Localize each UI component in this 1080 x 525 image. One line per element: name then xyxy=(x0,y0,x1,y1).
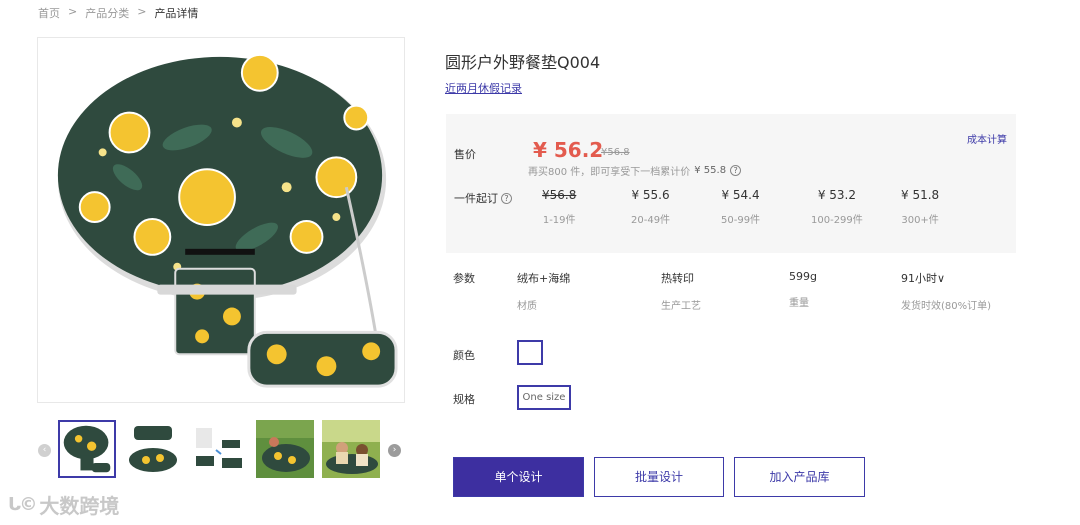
param-key: 生产工艺 xyxy=(661,301,701,312)
tier-quantity: 300+件 xyxy=(901,215,939,226)
param-key: 重量 xyxy=(789,298,809,309)
current-price: ¥ 56.2 xyxy=(533,138,604,162)
watermark: ᒐ© 大数跨境 xyxy=(8,490,119,519)
tier-quantity: 1-19件 xyxy=(542,215,576,226)
original-price: ¥56.8 xyxy=(601,147,630,158)
chevron-left-icon[interactable]: ‹ xyxy=(38,444,51,457)
breadcrumb-separator: > xyxy=(68,5,78,18)
param-key: 发货时效(80%订单) xyxy=(901,301,992,312)
thumbnail-strip: ‹ › xyxy=(38,420,406,480)
param-weight: 599g 重量 xyxy=(789,270,817,309)
params-label: 参数 xyxy=(453,272,475,285)
thumbnail-5[interactable] xyxy=(322,420,380,478)
price-panel: 售价 ¥ 56.2 ¥56.8 成本计算 再买800 件，即可享受下一档累计价 … xyxy=(446,114,1016,253)
thumbnail-4[interactable] xyxy=(256,420,314,478)
promo-text: 再买800 件，即可享受下一档累计价 xyxy=(528,167,691,178)
watermark-text: 大数跨境 xyxy=(39,494,120,518)
breadcrumb-current: 产品详情 xyxy=(154,7,199,20)
watermark-logo: ᒐ© xyxy=(8,494,37,515)
chevron-right-icon[interactable]: › xyxy=(388,444,401,457)
cost-calculation-link[interactable]: 成本计算 xyxy=(967,131,1007,146)
tier-price: ¥ 53.2 xyxy=(817,188,856,202)
param-material: 绒布+海绵 材质 xyxy=(517,270,570,312)
tier-label-text: 一件起订 xyxy=(454,192,498,205)
tier-price: ¥ 55.6 xyxy=(631,188,670,202)
thumbnail-3[interactable] xyxy=(190,420,248,478)
picnic-mat-illustration xyxy=(57,53,398,388)
tier-label: 一件起订 ? xyxy=(454,190,512,206)
price-tier: ¥ 51.8 300+件 xyxy=(901,188,939,226)
tier-quantity: 100-299件 xyxy=(811,215,863,226)
thumbnail-2[interactable] xyxy=(124,420,182,478)
promo-hint: 再买800 件，即可享受下一档累计价 ¥ 55.8 ? xyxy=(528,163,742,178)
holiday-record-link[interactable]: 近两月休假记录 xyxy=(445,80,522,96)
question-icon[interactable]: ? xyxy=(730,165,742,176)
tier-price: ¥ 54.4 xyxy=(721,188,760,202)
breadcrumb-home[interactable]: 首页 xyxy=(38,5,60,21)
add-to-library-button[interactable]: 加入产品库 xyxy=(734,457,865,497)
breadcrumb-category[interactable]: 产品分类 xyxy=(85,5,129,21)
param-process: 热转印 生产工艺 xyxy=(661,270,701,312)
price-tier: ¥56.8 1-19件 xyxy=(542,188,576,226)
single-design-button[interactable]: 单个设计 xyxy=(453,457,584,497)
promo-price: ¥ 55.8 xyxy=(694,165,727,176)
tier-price: ¥ 51.8 xyxy=(901,188,940,202)
question-icon[interactable]: ? xyxy=(501,192,512,204)
spec-option-one-size[interactable]: One size xyxy=(517,385,571,410)
breadcrumb: 首页 > 产品分类 > 产品详情 xyxy=(38,5,198,21)
thumbnail-1[interactable] xyxy=(58,420,116,478)
param-value: 599g xyxy=(789,270,817,283)
param-shipping-time[interactable]: 91小时∨ 发货时效(80%订单) xyxy=(901,270,991,312)
breadcrumb-separator: > xyxy=(137,5,147,18)
price-tier: ¥ 55.6 20-49件 xyxy=(631,188,670,226)
price-label: 售价 xyxy=(454,148,476,161)
color-swatch-white[interactable] xyxy=(517,340,543,365)
tier-quantity: 50-99件 xyxy=(721,215,761,226)
price-tier: ¥ 53.2 100-299件 xyxy=(811,188,863,226)
main-product-image xyxy=(37,37,405,403)
param-key: 材质 xyxy=(517,301,537,312)
bulk-design-button[interactable]: 批量设计 xyxy=(594,457,724,497)
param-value[interactable]: 91小时∨ xyxy=(901,270,991,286)
spec-label: 规格 xyxy=(453,393,475,406)
param-value: 热转印 xyxy=(661,272,694,285)
color-label: 颜色 xyxy=(453,349,475,362)
tier-price: ¥56.8 xyxy=(542,188,577,202)
tier-quantity: 20-49件 xyxy=(631,215,671,226)
product-title: 圆形户外野餐垫Q004 xyxy=(445,53,601,72)
price-tier: ¥ 54.4 50-99件 xyxy=(721,188,760,226)
param-value: 绒布+海绵 xyxy=(517,272,571,285)
